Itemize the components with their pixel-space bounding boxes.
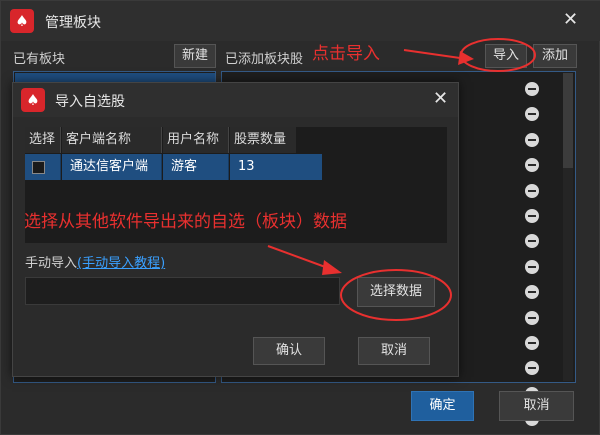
outer-title-bar: ♠ 管理板块 ✕ [1,1,600,41]
outer-title: 管理板块 [45,15,101,31]
scrollbar-thumb[interactable] [563,73,573,168]
row-checkbox[interactable] [32,161,45,174]
inner-title: 导入自选股 [55,94,125,110]
table-row-user[interactable]: 游客 [163,154,229,180]
file-path-input[interactable] [25,277,340,305]
column-header-select: 选择 [25,127,61,153]
remove-stock-icon[interactable] [525,183,539,198]
manual-import-label: 手动导入(手动导入教程) [25,252,165,271]
remove-stock-icon[interactable] [525,209,539,223]
app-logo-icon: ♠ [10,9,34,33]
remove-stock-icon[interactable] [525,336,539,350]
manual-import-tutorial-link[interactable]: (手动导入教程) [77,256,165,271]
outer-close-icon[interactable]: ✕ [563,9,578,30]
outer-cancel-button[interactable]: 取消 [499,391,574,421]
remove-stock-icon[interactable] [525,132,539,147]
inner-title-bar: ♠ 导入自选股 ✕ [13,83,458,117]
new-sector-button[interactable]: 新建 [174,44,216,68]
annotation-circle-import [460,38,536,72]
annotation-select-data-hint: 选择从其他软件导出来的自选（板块）数据 [24,212,347,232]
inner-cancel-button[interactable]: 取消 [358,337,430,365]
column-header-client: 客户端名称 [62,127,162,153]
app-logo-icon: ♠ [21,88,45,112]
remove-stock-icon[interactable] [525,259,539,274]
inner-confirm-button[interactable]: 确认 [253,337,325,365]
manual-import-text: 手动导入 [25,256,78,271]
inner-close-icon[interactable]: ✕ [433,88,448,109]
table-row-count[interactable]: 13 [230,154,322,180]
column-header-user: 用户名称 [163,127,229,153]
stock-list-scrollbar[interactable] [563,73,573,381]
table-row-client[interactable]: 通达信客户端 [62,154,162,180]
existing-sectors-label: 已有板块 [13,52,66,67]
add-button[interactable]: 添加 [533,44,577,68]
annotation-click-import: 点击导入 [312,44,380,64]
added-stocks-label: 已添加板块股 [225,52,304,67]
remove-stock-icon[interactable] [525,82,539,96]
remove-stock-icon[interactable] [525,310,539,325]
column-header-count: 股票数量 [230,127,296,153]
outer-confirm-button[interactable]: 确定 [411,391,474,421]
annotation-circle-select [340,269,452,321]
